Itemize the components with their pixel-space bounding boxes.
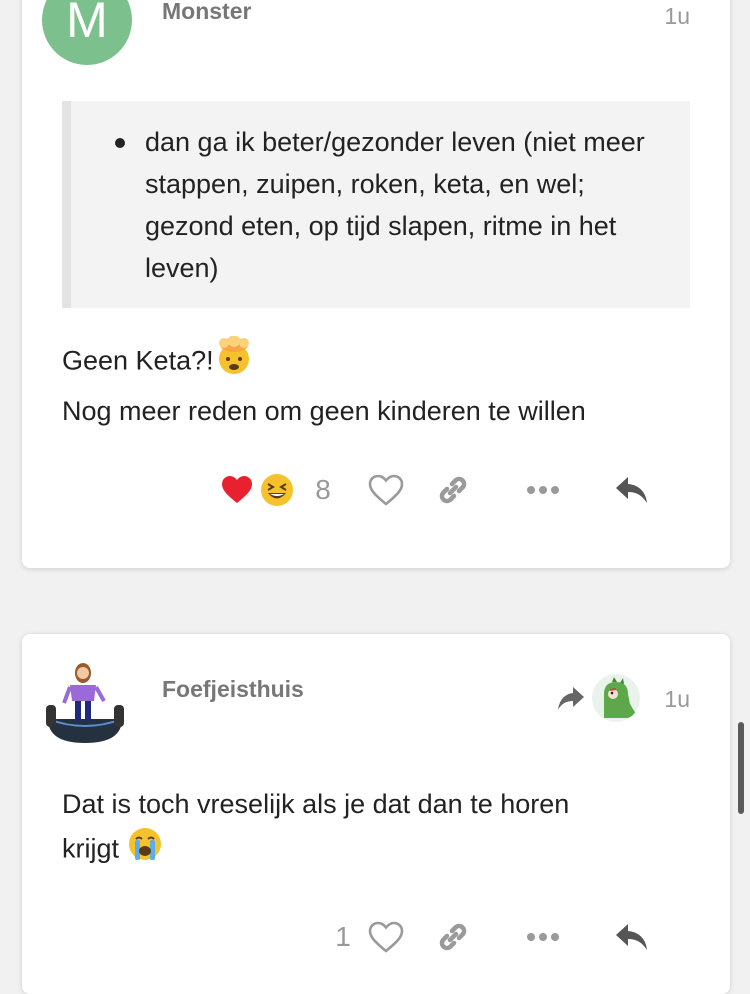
link-icon[interactable]: [434, 912, 472, 962]
post-body: Geen Keta?! Nog meer reden om geen kinde…: [62, 335, 586, 433]
post-text: Geen Keta?!: [62, 345, 214, 376]
replied-user-avatar[interactable]: [592, 674, 640, 722]
link-icon[interactable]: [434, 465, 472, 515]
post-text: krijgt: [62, 833, 120, 864]
avatar[interactable]: [44, 659, 126, 747]
crying-face-emoji: [127, 826, 163, 875]
post-text: Nog meer reden om geen kinderen te wille…: [62, 396, 586, 426]
post-text: Dat is toch vreselijk als je dat dan te …: [62, 789, 570, 819]
laughing-reaction-icon[interactable]: [258, 465, 296, 515]
more-options-icon[interactable]: [524, 465, 562, 515]
reply-to-arrow-icon: [556, 683, 586, 713]
username[interactable]: Foefjeisthuis: [162, 676, 304, 703]
post-card: Foefjeisthuis 1u Dat is toch vreselijk a…: [22, 634, 730, 994]
quote-block: dan ga ik beter/gezonder leven (niet mee…: [62, 101, 690, 308]
quote-list-item: dan ga ik beter/gezonder leven (niet mee…: [115, 121, 670, 289]
post-timestamp[interactable]: 1u: [664, 3, 690, 30]
more-options-icon[interactable]: [524, 912, 562, 962]
like-icon[interactable]: [366, 465, 406, 515]
heart-reaction-icon[interactable]: [220, 465, 254, 515]
avatar[interactable]: M: [42, 0, 132, 65]
post-body: Dat is toch vreselijk als je dat dan te …: [62, 782, 569, 875]
post-actions: 1: [22, 912, 730, 962]
like-count[interactable]: 1: [330, 912, 356, 962]
like-icon[interactable]: [366, 912, 406, 962]
scrollbar[interactable]: [738, 722, 744, 814]
exploding-head-emoji: [214, 335, 254, 389]
reaction-count[interactable]: 8: [310, 465, 336, 515]
post-card: M Monster 1u dan ga ik beter/gezonder le…: [22, 0, 730, 568]
post-timestamp[interactable]: 1u: [664, 686, 690, 713]
reply-icon[interactable]: [612, 912, 652, 962]
username[interactable]: Monster: [162, 0, 251, 25]
post-actions: 8: [22, 465, 730, 515]
reply-icon[interactable]: [612, 465, 652, 515]
